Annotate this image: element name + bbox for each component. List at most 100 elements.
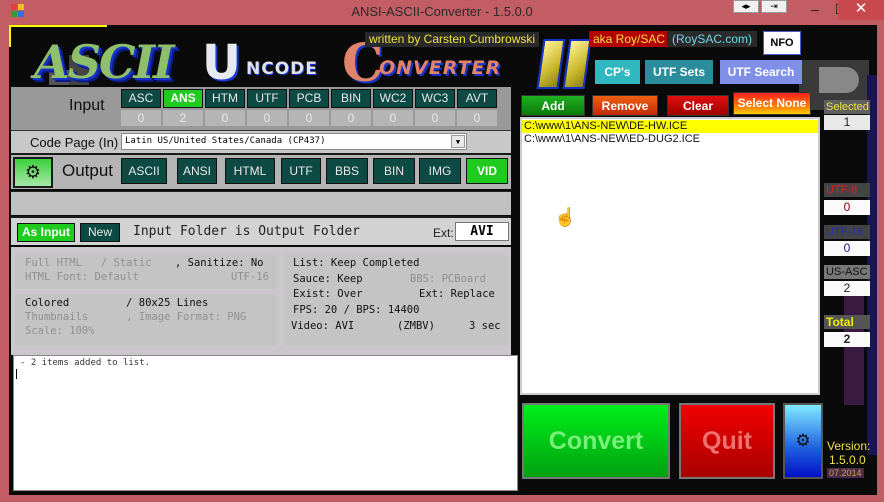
input-format-count: 0 <box>289 110 329 126</box>
html-encoding: UTF-16 <box>231 271 269 283</box>
general-options[interactable]: List: Keep Completed Sauce: Keep BBS: PC… <box>285 253 507 346</box>
log-output[interactable]: - 2 items added to list. <box>13 355 518 491</box>
usasc-label: US-ASC <box>824 265 870 279</box>
input-format-count: 0 <box>373 110 413 126</box>
input-format-avt[interactable]: AVT <box>457 89 497 108</box>
input-format-count: 0 <box>205 110 245 126</box>
exist-option: Exist: Over <box>293 288 363 300</box>
utf16-label: UTF-16 <box>824 225 870 239</box>
output-format-ascii[interactable]: ASCII <box>121 158 167 184</box>
selected-label: Selected <box>824 100 870 114</box>
input-format-pcb[interactable]: PCB <box>289 89 329 108</box>
settings-button[interactable]: ⚙ <box>783 403 823 479</box>
logo-onverter: ONVERTER <box>379 57 502 79</box>
ext-input[interactable]: AVI <box>455 222 509 241</box>
input-format-count: 0 <box>331 110 371 126</box>
video-format-option: Video: AVI <box>291 320 355 332</box>
output-format-bin[interactable]: BIN <box>373 158 415 184</box>
ext-label: Ext: <box>433 226 454 240</box>
sauce-option: Sauce: Keep <box>293 273 363 285</box>
file-list[interactable]: C:\www\1\ANS-NEW\DE-HW.ICE C:\www\1\ANS-… <box>520 117 820 395</box>
chevron-down-icon[interactable]: ▼ <box>451 135 465 148</box>
input-label: Input <box>69 97 105 114</box>
input-format-count: 0 <box>415 110 455 126</box>
decor-line <box>9 25 11 47</box>
spacer-row <box>11 191 511 215</box>
author-alias: aka Roy/SAC <box>589 31 670 47</box>
usasc-count: 2 <box>824 281 870 296</box>
version-date: 07.2014 <box>827 468 864 478</box>
as-input-button[interactable]: As Input <box>17 223 75 242</box>
codepage-value: Latin US/United States/Canada (CP437) <box>125 136 326 146</box>
author-credit: written by Carsten Cumbrowski <box>365 32 540 47</box>
gear-icon: ⚙ <box>24 162 42 182</box>
html-options[interactable]: Full HTML / Static , Sanitize: No HTML F… <box>15 253 277 289</box>
video-duration: 3 sec <box>469 320 501 332</box>
logo-numeral-ii <box>534 39 594 91</box>
input-format-htm[interactable]: HTM <box>205 89 245 108</box>
log-line: - 2 items added to list. <box>20 358 151 368</box>
input-format-wc3[interactable]: WC3 <box>415 89 455 108</box>
logo-ascii: ASCII <box>34 35 175 89</box>
input-format-utf[interactable]: UTF <box>247 89 287 108</box>
title-bar: ANSI-ASCII-Converter - 1.5.0.0 ◂▸ ⇥ – ☐ … <box>0 0 884 24</box>
input-format-ans[interactable]: ANS <box>163 89 203 108</box>
ext-option: Ext: Replace <box>419 288 495 300</box>
image-format: Thumbnails , Image Format: PNG <box>25 311 247 323</box>
file-list-item[interactable]: C:\www\1\ANS-NEW\ED-DUG2.ICE <box>522 133 818 146</box>
split-icon[interactable]: ◂▸ <box>733 0 759 13</box>
convert-button[interactable]: Convert <box>522 403 670 479</box>
website-link[interactable]: (RoySAC.com) <box>667 31 758 47</box>
remove-button[interactable]: Remove <box>592 95 658 116</box>
client-area: ASCII U NCODE C ONVERTER written by Cars… <box>9 25 877 495</box>
add-button[interactable]: Add <box>521 95 585 116</box>
input-format-count: 0 <box>457 110 497 126</box>
video-codec: (ZMBV) <box>397 320 435 332</box>
input-format-wc2[interactable]: WC2 <box>373 89 413 108</box>
logo-ncode: NCODE <box>246 59 318 79</box>
file-list-item[interactable]: C:\www\1\ANS-NEW\DE-HW.ICE <box>522 120 818 133</box>
output-format-ansi[interactable]: ANSI <box>177 158 217 184</box>
image-options[interactable]: Colored / 80x25 Lines Thumbnails , Image… <box>15 294 277 346</box>
new-folder-button[interactable]: New <box>80 223 120 242</box>
folder-status-text: Input Folder is Output Folder <box>133 224 360 239</box>
utf-sets-button[interactable]: UTF Sets <box>645 60 713 84</box>
version-number: 1.5.0.0 <box>829 453 866 467</box>
codepage-row: Code Page (In) Latin US/United States/Ca… <box>11 130 511 153</box>
output-format-bbs[interactable]: BBS <box>326 158 368 184</box>
minimize-button[interactable]: – <box>800 0 830 20</box>
clear-button[interactable]: Clear <box>667 95 729 116</box>
input-format-count: 0 <box>247 110 287 126</box>
output-folder-row: As Input New Input Folder is Output Fold… <box>11 216 511 245</box>
utf-search-button[interactable]: UTF Search <box>720 60 802 84</box>
nfo-button[interactable]: NFO <box>763 31 801 55</box>
utf16-count: 0 <box>824 241 870 256</box>
output-format-html[interactable]: HTML <box>225 158 275 184</box>
input-format-count: 2 <box>163 110 203 126</box>
html-mode: Full HTML / Static <box>25 257 152 269</box>
close-button[interactable]: ✕ <box>838 0 884 20</box>
input-formats-panel: Input ASC 0 ANS 2 HTM 0 UTF 0 PCB 0 BIN 0 WC2 0 WC3 0 AV… <box>11 87 511 130</box>
version-label: Version: <box>827 439 871 453</box>
select-none-button[interactable]: Select None <box>733 92 811 115</box>
output-format-utf[interactable]: UTF <box>281 158 321 184</box>
output-formats-panel: ⚙ Output ASCII ANSI HTML UTF BBS BIN IMG VID <box>11 153 511 189</box>
output-label: Output <box>62 161 114 180</box>
codepage-label: Code Page (In) <box>30 135 119 150</box>
codepage-select[interactable]: Latin US/United States/Canada (CP437) ▼ <box>121 133 467 150</box>
output-format-img[interactable]: IMG <box>419 158 461 184</box>
hand-cursor-icon: ☝ <box>554 207 577 227</box>
options-panel: Full HTML / Static , Sanitize: No HTML F… <box>11 247 511 355</box>
app-window: ANSI-ASCII-Converter - 1.5.0.0 ◂▸ ⇥ – ☐ … <box>0 0 884 502</box>
utf8-label: UTF-8 <box>824 183 870 197</box>
input-format-bin[interactable]: BIN <box>331 89 371 108</box>
input-format-asc[interactable]: ASC <box>121 89 161 108</box>
output-format-vid[interactable]: VID <box>466 158 508 184</box>
output-settings-button[interactable]: ⚙ <box>13 157 53 188</box>
codepages-button[interactable]: CP's <box>595 60 640 84</box>
fps-bps-option: FPS: 20 / BPS: 14400 <box>293 304 420 316</box>
exit-icon[interactable]: ⇥ <box>761 0 787 13</box>
input-format-count: 0 <box>121 110 161 126</box>
quit-button[interactable]: Quit <box>679 403 775 479</box>
html-font: HTML Font: Default <box>25 271 139 283</box>
